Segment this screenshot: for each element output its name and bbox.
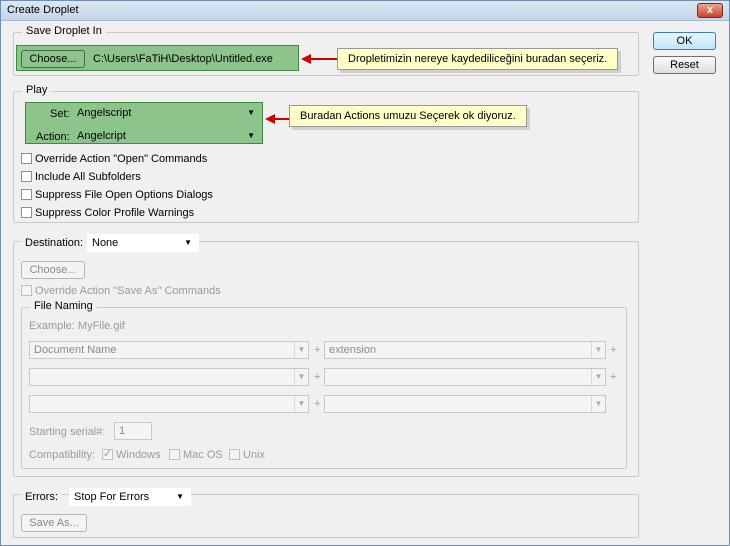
chevron-down-icon: ▼ (591, 342, 605, 358)
set-label: Set: (50, 108, 70, 120)
plus-separator: + (314, 344, 321, 356)
chevron-down-icon: ▼ (591, 396, 605, 412)
save-in-callout: Dropletimizin nereye kaydediliceğini bur… (337, 48, 619, 70)
set-dropdown[interactable]: Angelscript ▼ (73, 105, 261, 123)
serial-input[interactable]: 1 (114, 422, 152, 440)
chevron-down-icon: ▼ (294, 369, 308, 385)
droplet-path: C:\Users\FaTiH\Desktop\Untitled.exe (93, 53, 273, 65)
play-arrow-head (265, 114, 275, 124)
errors-dropdown[interactable]: Stop For Errors ▼ (69, 488, 191, 506)
errors-value: Stop For Errors (74, 491, 150, 503)
choose-save-location-button[interactable]: Choose... (21, 50, 85, 68)
destination-value: None (92, 237, 119, 249)
play-callout: Buradan Actions umuzu Seçerek ok diyoruz… (289, 105, 527, 127)
plus-separator: + (314, 398, 321, 410)
plus-separator: + (610, 344, 617, 356)
override-save-as-checkbox[interactable] (21, 285, 32, 296)
compat-windows-checkbox[interactable] (102, 447, 113, 460)
override-open-checkbox[interactable] (21, 153, 32, 164)
save-in-arrow-head (301, 54, 311, 64)
plus-separator: + (610, 371, 617, 383)
action-label: Action: (36, 131, 70, 143)
play-arrow-line (273, 118, 289, 120)
play-legend: Play (22, 84, 52, 96)
destination-dropdown[interactable]: None ▼ (87, 234, 199, 252)
save-droplet-in-legend: Save Droplet In (22, 25, 106, 37)
naming-field-2[interactable]: extension ▼ (324, 341, 606, 359)
title-bar: Create Droplet x (1, 1, 729, 21)
chevron-down-icon: ▼ (247, 108, 255, 117)
naming-field-6[interactable]: ▼ (324, 395, 606, 413)
chevron-down-icon: ▼ (294, 342, 308, 358)
compat-unix-label: Unix (243, 449, 266, 461)
chevron-down-icon: ▼ (176, 492, 184, 501)
chevron-down-icon: ▼ (294, 396, 308, 412)
suppress-color-warnings-checkbox[interactable] (21, 207, 32, 218)
chevron-down-icon: ▼ (591, 369, 605, 385)
naming-field-3[interactable]: ▼ (29, 368, 309, 386)
chevron-down-icon: ▼ (247, 131, 255, 140)
save-as-button[interactable]: Save As... (21, 514, 87, 532)
create-droplet-dialog: Create Droplet x OK Reset Save Droplet I… (0, 0, 730, 546)
naming-field-5[interactable]: ▼ (29, 395, 309, 413)
choose-destination-button[interactable]: Choose... (21, 261, 85, 279)
close-button[interactable]: x (697, 3, 723, 18)
naming-field-2-value: extension (329, 344, 377, 356)
include-subfolders-checkbox[interactable] (21, 171, 32, 182)
compat-mac-label: Mac OS (183, 449, 223, 461)
include-subfolders-label: Include All Subfolders (35, 171, 141, 183)
file-naming-example: Example: MyFile.gif (29, 320, 125, 332)
chevron-down-icon: ▼ (184, 238, 192, 247)
file-naming-legend: File Naming (30, 300, 97, 312)
compatibility-label: Compatibility: (29, 449, 96, 461)
naming-field-1[interactable]: Document Name ▼ (29, 341, 309, 359)
naming-field-4[interactable]: ▼ (324, 368, 606, 386)
reset-button[interactable]: Reset (653, 56, 716, 74)
destination-label: Destination: (21, 237, 88, 249)
suppress-open-options-checkbox[interactable] (21, 189, 32, 200)
set-dropdown-value: Angelscript (77, 107, 132, 119)
compat-windows-label: Windows (116, 449, 161, 461)
action-dropdown[interactable]: Angelcript ▼ (73, 128, 261, 146)
window-title: Create Droplet (7, 4, 79, 16)
errors-label: Errors: (21, 491, 62, 503)
override-open-label: Override Action "Open" Commands (35, 153, 208, 165)
override-save-as-label: Override Action "Save As" Commands (35, 285, 221, 297)
suppress-open-options-label: Suppress File Open Options Dialogs (35, 189, 213, 201)
serial-label: Starting serial#: (29, 426, 106, 438)
compat-mac-checkbox[interactable] (169, 449, 180, 460)
compat-unix-checkbox[interactable] (229, 449, 240, 460)
save-in-arrow-line (309, 58, 337, 60)
plus-separator: + (314, 371, 321, 383)
suppress-color-warnings-label: Suppress Color Profile Warnings (35, 207, 195, 219)
action-dropdown-value: Angelcript (77, 130, 126, 142)
naming-field-1-value: Document Name (34, 344, 117, 356)
ok-button[interactable]: OK (653, 32, 716, 50)
